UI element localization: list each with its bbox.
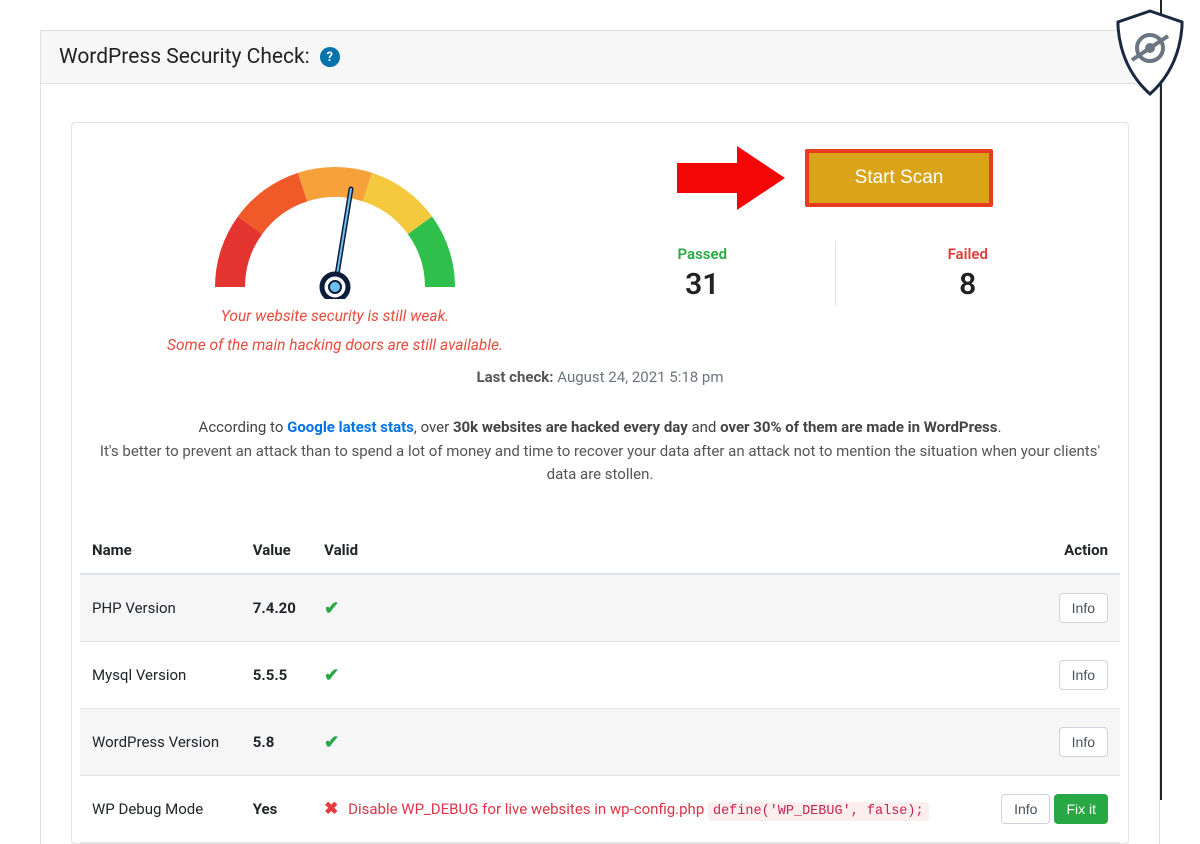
check-icon: ✔: [324, 732, 339, 753]
fix-button[interactable]: Fix it: [1054, 794, 1108, 824]
row-action: InfoFix it: [981, 776, 1120, 843]
col-name: Name: [80, 527, 241, 574]
row-valid: ✔: [312, 642, 981, 709]
passed-count: 31: [570, 267, 835, 302]
row-valid: ✖ Disable WP_DEBUG for live websites in …: [312, 776, 981, 843]
info-button[interactable]: Info: [1001, 794, 1050, 824]
row-action: Info: [981, 642, 1120, 709]
security-table: Name Value Valid Action PHP Version7.4.2…: [80, 527, 1120, 843]
shield-logo-icon: [1110, 8, 1190, 98]
row-name: WordPress Version: [80, 709, 241, 776]
last-check-value: August 24, 2021 5:18 pm: [557, 368, 723, 386]
row-valid: ✔: [312, 709, 981, 776]
last-check-text: Last check: August 24, 2021 5:18 pm: [80, 368, 1120, 386]
google-stats-link[interactable]: Google latest stats: [287, 418, 414, 436]
security-card: Your website security is still weak. Som…: [71, 122, 1129, 844]
info-paragraph: According to Google latest stats, over 3…: [80, 416, 1120, 506]
info-button[interactable]: Info: [1059, 593, 1108, 623]
gauge-icon: [195, 149, 475, 299]
row-value: Yes: [241, 776, 312, 843]
vertical-divider: [1160, 0, 1162, 800]
failed-label: Failed: [836, 245, 1101, 263]
failed-count: 8: [836, 267, 1101, 302]
security-warning-line1: Your website security is still weak.: [100, 305, 570, 328]
arrow-right-icon: [677, 143, 787, 213]
table-row: WP Debug ModeYes ✖ Disable WP_DEBUG for l…: [80, 776, 1120, 843]
row-value: 7.4.20: [241, 574, 312, 642]
col-value: Value: [241, 527, 312, 574]
row-valid: ✔: [312, 574, 981, 642]
row-name: Mysql Version: [80, 642, 241, 709]
row-name: WP Debug Mode: [80, 776, 241, 843]
info-button[interactable]: Info: [1059, 660, 1108, 690]
col-action: Action: [981, 527, 1120, 574]
security-warning-line2: Some of the main hacking doors are still…: [100, 334, 570, 357]
x-icon: ✖: [324, 799, 338, 819]
fail-message: ✖ Disable WP_DEBUG for live websites in …: [324, 800, 928, 818]
last-check-label: Last check:: [477, 368, 554, 386]
passed-stat: Passed 31: [570, 241, 835, 306]
start-scan-button[interactable]: Start Scan: [805, 149, 994, 207]
check-icon: ✔: [324, 598, 339, 619]
table-row: Mysql Version5.5.5 ✔ Info: [80, 642, 1120, 709]
code-snippet: define('WP_DEBUG', false);: [708, 802, 929, 821]
row-value: 5.5.5: [241, 642, 312, 709]
row-action: Info: [981, 574, 1120, 642]
row-action: Info: [981, 709, 1120, 776]
table-row: PHP Version7.4.20 ✔ Info: [80, 574, 1120, 642]
col-valid: Valid: [312, 527, 981, 574]
info-button[interactable]: Info: [1059, 727, 1108, 757]
page-title: WordPress Security Check:: [59, 45, 310, 69]
page-header: WordPress Security Check: ?: [40, 30, 1160, 84]
row-name: PHP Version: [80, 574, 241, 642]
table-row: WordPress Version5.8 ✔ Info: [80, 709, 1120, 776]
passed-label: Passed: [570, 245, 835, 263]
help-icon[interactable]: ?: [320, 47, 340, 67]
row-value: 5.8: [241, 709, 312, 776]
check-icon: ✔: [324, 665, 339, 686]
failed-stat: Failed 8: [835, 241, 1101, 306]
